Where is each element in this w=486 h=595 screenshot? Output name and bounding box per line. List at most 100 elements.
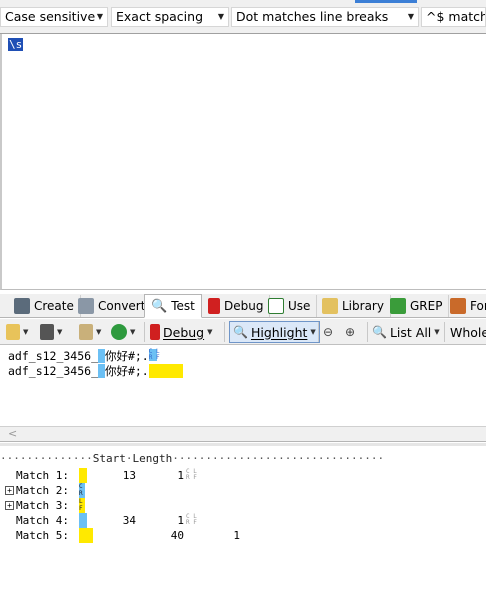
debug-button[interactable]: Debug ▼: [150, 321, 213, 343]
test-toolbar: ▼ ▼ ▼ ▼ Debug ▼ 🔍 Highlight ▼ ⊖ ⊕ 🔍 List…: [0, 319, 486, 345]
tab-create[interactable]: Create: [8, 295, 81, 317]
magnifier-icon: 🔍: [151, 298, 168, 314]
scroll-left-icon[interactable]: <: [8, 427, 17, 440]
chevron-down-icon: ▼: [217, 12, 224, 21]
match-swatch: [79, 468, 87, 483]
next-match-button[interactable]: ⊕: [345, 321, 355, 343]
go-button[interactable]: ▼: [111, 321, 135, 343]
tab-library-label: Library: [342, 299, 384, 313]
spacing-value: Exact spacing: [116, 9, 204, 24]
use-icon: [268, 298, 284, 314]
start-column-header: Start: [92, 452, 126, 465]
convert-icon: [78, 298, 94, 314]
subject-text-editor[interactable]: adf_s12_3456_ 你好#;.C LR F adf_s12_3456_ …: [0, 346, 486, 426]
tab-use-label: Use: [288, 299, 311, 313]
dropdown-arrow-icon: ▼: [310, 328, 316, 336]
subject-line-2: adf_s12_3456_ 你好#;.: [8, 364, 183, 378]
tab-bar: Create Convert 🔍 Test Debug Use Library …: [0, 294, 486, 318]
chevron-down-icon: ▼: [407, 12, 414, 21]
expand-icon[interactable]: +: [5, 501, 14, 510]
subject-line-1: adf_s12_3456_ 你好#;.C LR F: [8, 348, 160, 363]
grep-icon: [390, 298, 406, 314]
clipboard-button[interactable]: ▼: [79, 321, 101, 343]
length-column-header: Length: [132, 452, 173, 465]
globe-icon: [111, 324, 127, 340]
tab-use[interactable]: Use: [262, 295, 318, 317]
window-accent-strip: [355, 0, 417, 3]
match-row[interactable]: + Match 2: CR: [0, 483, 486, 498]
anchor-mode-select[interactable]: ^$ match a: [421, 7, 486, 27]
crlf-glyph: C LR F: [186, 513, 197, 526]
spacing-select[interactable]: Exact spacing ▼: [111, 7, 229, 27]
edit-icon: [6, 324, 20, 340]
match-results-panel: ··············Start·Length··············…: [0, 443, 486, 595]
tab-debug[interactable]: Debug: [202, 295, 271, 317]
toolbar-divider: [444, 322, 445, 342]
subject-text: 你好#;.: [104, 364, 149, 378]
match-highlight: [98, 349, 105, 363]
save-button[interactable]: ▼: [40, 321, 62, 343]
clipboard-icon: [79, 324, 93, 340]
match-label: Match 4:: [16, 514, 69, 527]
magnifier-icon: 🔍: [372, 325, 387, 339]
previous-match-button[interactable]: ⊖: [323, 321, 333, 343]
edit-button[interactable]: ▼: [6, 321, 28, 343]
zoom-in-icon: ⊕: [345, 325, 356, 339]
match-row[interactable]: Match 4: 34 1 C LR F: [0, 513, 486, 528]
debug-icon: [150, 324, 160, 340]
tab-library[interactable]: Library: [316, 295, 391, 317]
scope-value: Whole: [450, 324, 486, 340]
match-label: Match 2:: [16, 484, 69, 497]
crlf-glyph: C LR F: [186, 468, 197, 481]
match-swatch: [79, 513, 87, 528]
list-all-button[interactable]: 🔍 List All ▼: [372, 321, 440, 343]
tab-test[interactable]: 🔍 Test: [144, 294, 202, 318]
toolbar-divider: [224, 322, 225, 342]
match-highlight: [148, 364, 183, 378]
tab-convert[interactable]: Convert: [72, 295, 153, 317]
case-sensitivity-value: Case sensitive: [5, 9, 96, 24]
match-row[interactable]: Match 5: 40 1: [0, 528, 486, 543]
match-label: Match 5:: [16, 529, 69, 542]
match-highlight: [98, 364, 105, 378]
header-dots: ································: [172, 452, 385, 465]
horizontal-scrollbar[interactable]: <: [0, 426, 486, 442]
match-row[interactable]: + Match 3: LF: [0, 498, 486, 513]
dot-mode-value: Dot matches line breaks: [236, 9, 389, 24]
dropdown-arrow-icon: ▼: [23, 328, 29, 336]
match-label: Match 3:: [16, 499, 69, 512]
tab-forum[interactable]: For: [444, 295, 486, 317]
tab-grep[interactable]: GREP: [384, 295, 450, 317]
crlf-marker: C LR F: [148, 348, 160, 361]
match-start: 13: [122, 469, 136, 482]
magnifier-icon: 🔍: [233, 325, 248, 339]
match-length: 1: [177, 514, 184, 527]
debug-icon: [208, 298, 220, 314]
match-row[interactable]: Match 1: 13 1 C LR F: [0, 468, 486, 483]
library-icon: [322, 298, 338, 314]
dropdown-arrow-icon: ▼: [130, 328, 136, 336]
expand-icon[interactable]: +: [5, 486, 14, 495]
case-sensitivity-select[interactable]: Case sensitive ▼: [0, 7, 108, 27]
dropdown-arrow-icon: ▼: [434, 328, 440, 336]
tab-forum-label: For: [470, 299, 486, 313]
highlight-button[interactable]: 🔍 Highlight ▼: [229, 321, 320, 343]
tab-create-label: Create: [34, 299, 74, 313]
tab-grep-label: GREP: [410, 299, 443, 313]
dot-mode-select[interactable]: Dot matches line breaks ▼: [231, 7, 419, 27]
match-start: 34: [122, 514, 136, 527]
list-all-label: List All: [389, 324, 432, 340]
regex-token[interactable]: \s: [8, 38, 24, 51]
dropdown-arrow-icon: ▼: [57, 328, 63, 336]
regex-editor[interactable]: \s: [0, 34, 486, 290]
highlight-label: Highlight: [250, 324, 308, 340]
scope-select[interactable]: Whole: [450, 321, 486, 343]
subject-text: adf_s12_3456_: [8, 364, 99, 378]
match-swatch: [79, 528, 93, 543]
debug-label: Debug: [163, 324, 205, 340]
dropdown-arrow-icon: ▼: [207, 328, 213, 336]
create-icon: [14, 298, 30, 314]
tab-debug-label: Debug: [224, 299, 264, 313]
subject-text: adf_s12_3456_: [8, 349, 99, 363]
match-start: 40: [170, 529, 184, 542]
